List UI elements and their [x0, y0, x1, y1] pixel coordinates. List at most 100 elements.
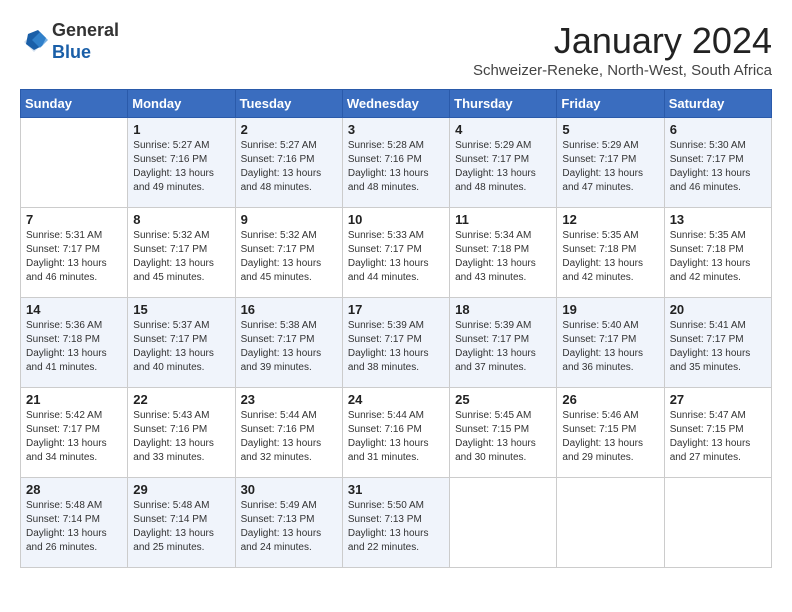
weekday-header: Thursday	[450, 90, 557, 118]
weekday-header: Monday	[128, 90, 235, 118]
day-info: Sunrise: 5:39 AM Sunset: 7:17 PM Dayligh…	[455, 319, 551, 375]
day-info: Sunrise: 5:35 AM Sunset: 7:18 PM Dayligh…	[670, 229, 766, 285]
day-number: 20	[670, 302, 766, 317]
day-number: 7	[26, 212, 122, 227]
day-info: Sunrise: 5:38 AM Sunset: 7:17 PM Dayligh…	[241, 319, 337, 375]
day-number: 14	[26, 302, 122, 317]
calendar-day-cell: 16 Sunrise: 5:38 AM Sunset: 7:17 PM Dayli…	[235, 298, 342, 388]
day-number: 17	[348, 302, 444, 317]
calendar-day-cell: 23Sunrise: 5:44 AM Sunset: 7:16 PM Dayli…	[235, 388, 342, 478]
day-info: Sunrise: 5:44 AM Sunset: 7:16 PM Dayligh…	[348, 409, 444, 465]
day-info: Sunrise: 5:35 AM Sunset: 7:18 PM Dayligh…	[562, 229, 658, 285]
calendar-day-cell: 4 Sunrise: 5:29 AM Sunset: 7:17 PM Daylig…	[450, 118, 557, 208]
day-number: 10	[348, 212, 444, 227]
weekday-header: Saturday	[664, 90, 771, 118]
calendar-day-cell	[664, 478, 771, 568]
calendar-day-cell: 30Sunrise: 5:49 AM Sunset: 7:13 PM Dayli…	[235, 478, 342, 568]
day-info: Sunrise: 5:29 AM Sunset: 7:17 PM Dayligh…	[562, 139, 658, 195]
day-number: 8	[133, 212, 229, 227]
weekday-header-row: SundayMondayTuesdayWednesdayThursdayFrid…	[21, 90, 772, 118]
weekday-header: Wednesday	[342, 90, 449, 118]
calendar-table: SundayMondayTuesdayWednesdayThursdayFrid…	[20, 89, 772, 568]
day-info: Sunrise: 5:36 AM Sunset: 7:18 PM Dayligh…	[26, 319, 122, 375]
day-number: 29	[133, 482, 229, 497]
logo-text: General Blue	[52, 20, 119, 63]
calendar-day-cell: 17 Sunrise: 5:39 AM Sunset: 7:17 PM Dayli…	[342, 298, 449, 388]
calendar-day-cell: 27 Sunrise: 5:47 AM Sunset: 7:15 PM Dayli…	[664, 388, 771, 478]
calendar-day-cell: 9 Sunrise: 5:32 AM Sunset: 7:17 PM Daylig…	[235, 208, 342, 298]
day-info: Sunrise: 5:48 AM Sunset: 7:14 PM Dayligh…	[26, 499, 122, 555]
calendar-day-cell: 22Sunrise: 5:43 AM Sunset: 7:16 PM Dayli…	[128, 388, 235, 478]
calendar-day-cell: 18 Sunrise: 5:39 AM Sunset: 7:17 PM Dayli…	[450, 298, 557, 388]
day-info: Sunrise: 5:27 AM Sunset: 7:16 PM Dayligh…	[241, 139, 337, 195]
day-number: 9	[241, 212, 337, 227]
calendar-day-cell: 2Sunrise: 5:27 AM Sunset: 7:16 PM Daylig…	[235, 118, 342, 208]
calendar-day-cell: 25Sunrise: 5:45 AM Sunset: 7:15 PM Dayli…	[450, 388, 557, 478]
day-info: Sunrise: 5:44 AM Sunset: 7:16 PM Dayligh…	[241, 409, 337, 465]
day-info: Sunrise: 5:37 AM Sunset: 7:17 PM Dayligh…	[133, 319, 229, 375]
day-number: 19	[562, 302, 658, 317]
day-number: 4	[455, 122, 551, 137]
weekday-header: Sunday	[21, 90, 128, 118]
day-info: Sunrise: 5:47 AM Sunset: 7:15 PM Dayligh…	[670, 409, 766, 465]
day-number: 13	[670, 212, 766, 227]
calendar-day-cell: 29 Sunrise: 5:48 AM Sunset: 7:14 PM Dayli…	[128, 478, 235, 568]
day-info: Sunrise: 5:29 AM Sunset: 7:17 PM Dayligh…	[455, 139, 551, 195]
calendar-day-cell: 8 Sunrise: 5:32 AM Sunset: 7:17 PM Daylig…	[128, 208, 235, 298]
calendar-day-cell: 28Sunrise: 5:48 AM Sunset: 7:14 PM Dayli…	[21, 478, 128, 568]
calendar-day-cell: 12 Sunrise: 5:35 AM Sunset: 7:18 PM Dayli…	[557, 208, 664, 298]
day-info: Sunrise: 5:40 AM Sunset: 7:17 PM Dayligh…	[562, 319, 658, 375]
day-info: Sunrise: 5:32 AM Sunset: 7:17 PM Dayligh…	[133, 229, 229, 285]
calendar-week-row: 21 Sunrise: 5:42 AM Sunset: 7:17 PM Dayli…	[21, 388, 772, 478]
day-number: 31	[348, 482, 444, 497]
day-info: Sunrise: 5:39 AM Sunset: 7:17 PM Dayligh…	[348, 319, 444, 375]
day-info: Sunrise: 5:42 AM Sunset: 7:17 PM Dayligh…	[26, 409, 122, 465]
location-subtitle: Schweizer-Reneke, North-West, South Afri…	[473, 62, 772, 79]
day-info: Sunrise: 5:33 AM Sunset: 7:17 PM Dayligh…	[348, 229, 444, 285]
calendar-week-row: 28Sunrise: 5:48 AM Sunset: 7:14 PM Dayli…	[21, 478, 772, 568]
calendar-day-cell: 1Sunrise: 5:27 AM Sunset: 7:16 PM Daylig…	[128, 118, 235, 208]
calendar-day-cell: 11 Sunrise: 5:34 AM Sunset: 7:18 PM Dayli…	[450, 208, 557, 298]
day-info: Sunrise: 5:46 AM Sunset: 7:15 PM Dayligh…	[562, 409, 658, 465]
weekday-header: Tuesday	[235, 90, 342, 118]
day-info: Sunrise: 5:34 AM Sunset: 7:18 PM Dayligh…	[455, 229, 551, 285]
day-number: 5	[562, 122, 658, 137]
day-number: 27	[670, 392, 766, 407]
calendar-day-cell	[557, 478, 664, 568]
day-number: 11	[455, 212, 551, 227]
day-info: Sunrise: 5:43 AM Sunset: 7:16 PM Dayligh…	[133, 409, 229, 465]
calendar-day-cell: 20 Sunrise: 5:41 AM Sunset: 7:17 PM Dayli…	[664, 298, 771, 388]
calendar-day-cell: 5 Sunrise: 5:29 AM Sunset: 7:17 PM Daylig…	[557, 118, 664, 208]
day-number: 18	[455, 302, 551, 317]
calendar-day-cell: 24 Sunrise: 5:44 AM Sunset: 7:16 PM Dayli…	[342, 388, 449, 478]
day-info: Sunrise: 5:32 AM Sunset: 7:17 PM Dayligh…	[241, 229, 337, 285]
calendar-week-row: 1Sunrise: 5:27 AM Sunset: 7:16 PM Daylig…	[21, 118, 772, 208]
calendar-day-cell: 3Sunrise: 5:28 AM Sunset: 7:16 PM Daylig…	[342, 118, 449, 208]
day-number: 25	[455, 392, 551, 407]
day-number: 30	[241, 482, 337, 497]
day-number: 15	[133, 302, 229, 317]
day-number: 12	[562, 212, 658, 227]
day-info: Sunrise: 5:48 AM Sunset: 7:14 PM Dayligh…	[133, 499, 229, 555]
calendar-day-cell: 13 Sunrise: 5:35 AM Sunset: 7:18 PM Dayli…	[664, 208, 771, 298]
day-info: Sunrise: 5:50 AM Sunset: 7:13 PM Dayligh…	[348, 499, 444, 555]
calendar-day-cell: 19 Sunrise: 5:40 AM Sunset: 7:17 PM Dayli…	[557, 298, 664, 388]
day-number: 6	[670, 122, 766, 137]
day-info: Sunrise: 5:28 AM Sunset: 7:16 PM Dayligh…	[348, 139, 444, 195]
calendar-week-row: 7Sunrise: 5:31 AM Sunset: 7:17 PM Daylig…	[21, 208, 772, 298]
calendar-day-cell: 14 Sunrise: 5:36 AM Sunset: 7:18 PM Dayli…	[21, 298, 128, 388]
logo-blue: Blue	[52, 42, 91, 62]
calendar-day-cell: 31 Sunrise: 5:50 AM Sunset: 7:13 PM Dayli…	[342, 478, 449, 568]
logo-general: General	[52, 20, 119, 40]
calendar-day-cell: 21 Sunrise: 5:42 AM Sunset: 7:17 PM Dayli…	[21, 388, 128, 478]
day-number: 21	[26, 392, 122, 407]
day-number: 26	[562, 392, 658, 407]
calendar-day-cell	[21, 118, 128, 208]
day-info: Sunrise: 5:41 AM Sunset: 7:17 PM Dayligh…	[670, 319, 766, 375]
day-number: 16	[241, 302, 337, 317]
day-info: Sunrise: 5:27 AM Sunset: 7:16 PM Dayligh…	[133, 139, 229, 195]
calendar-day-cell	[450, 478, 557, 568]
calendar-day-cell: 10 Sunrise: 5:33 AM Sunset: 7:17 PM Dayli…	[342, 208, 449, 298]
day-number: 24	[348, 392, 444, 407]
weekday-header: Friday	[557, 90, 664, 118]
